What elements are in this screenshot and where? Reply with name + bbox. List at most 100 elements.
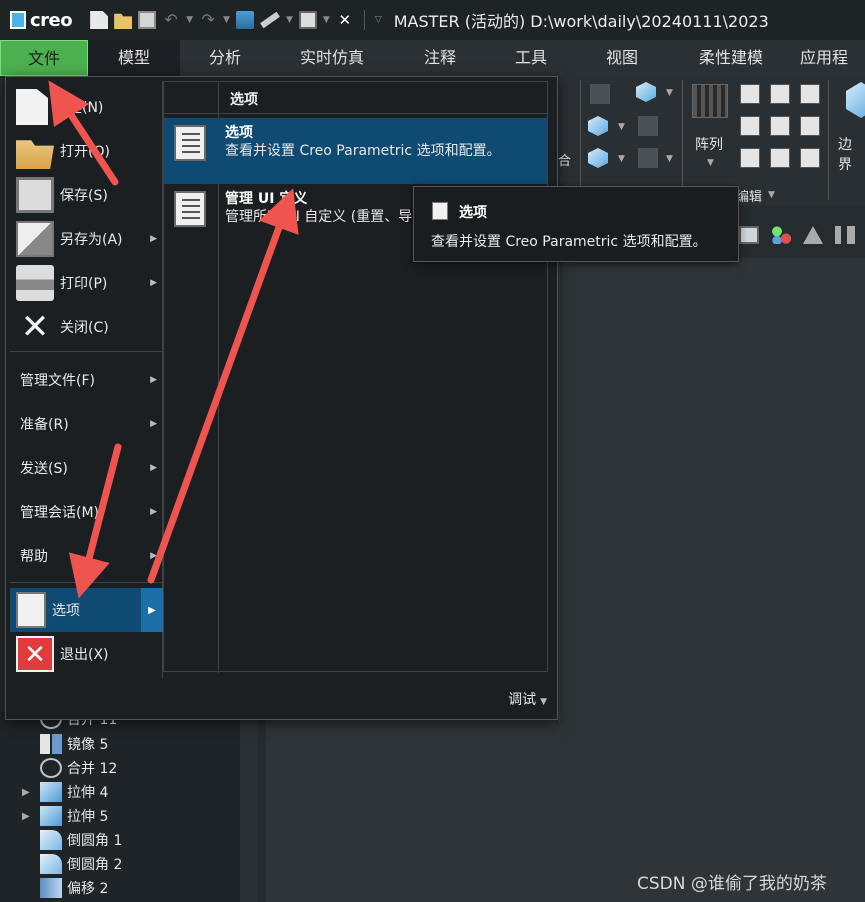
menu-item-save[interactable]: 保存(S) [10, 173, 163, 217]
tab-model[interactable]: 模型 [88, 40, 180, 76]
submenu-item-title: 选项 [225, 125, 253, 141]
close-window-icon[interactable]: ✕ [336, 11, 354, 29]
edit-group-dropdown-icon[interactable]: ▼ [768, 190, 775, 200]
extend-icon[interactable] [770, 84, 790, 104]
undo-dropdown-icon[interactable]: ▼ [186, 15, 193, 25]
menu-item-close[interactable]: ✕ 关闭(C) [10, 305, 163, 349]
tree-item[interactable]: 偏移 2 [40, 877, 108, 899]
boundary-blend-icon[interactable] [846, 82, 865, 118]
pattern-label[interactable]: 阵列 [695, 134, 723, 154]
ribbon-dropdown-icon[interactable]: ▼ [666, 88, 673, 98]
tree-scrollbar[interactable] [240, 712, 258, 902]
expand-arrow-icon[interactable]: ▶ [22, 787, 40, 798]
tree-item[interactable]: 倒圆角 1 [40, 829, 122, 851]
regenerate-icon[interactable] [235, 11, 254, 29]
menu-item-label: 打开(O) [60, 144, 110, 160]
graphics-toolbar [735, 216, 865, 254]
datum-display-icon[interactable] [771, 226, 791, 244]
ribbon-cube-icon[interactable] [636, 82, 656, 102]
offset-icon[interactable] [770, 116, 790, 136]
pause-icon[interactable] [835, 226, 855, 244]
customize-toolbar-icon[interactable]: ▽ [375, 15, 382, 25]
menu-item-prepare[interactable]: 准备(R) ▶ [10, 402, 163, 446]
tree-item[interactable]: 倒圆角 2 [40, 853, 122, 875]
tab-view[interactable]: 视图 [576, 40, 668, 76]
tab-file[interactable]: 文件 [0, 40, 88, 76]
windows-dropdown-icon[interactable]: ▼ [323, 15, 330, 25]
menu-item-save-as[interactable]: 另存为(A) ▶ [10, 217, 163, 261]
creo-logo-text: creo [30, 9, 73, 31]
ribbon-dropdown-icon[interactable]: ▼ [618, 154, 625, 164]
submenu-arrow-icon: ▶ [150, 551, 157, 561]
round-icon [40, 830, 62, 850]
round-icon [40, 854, 62, 874]
intersect-icon[interactable] [740, 148, 760, 168]
menu-item-label: 退出(X) [60, 647, 109, 663]
print-icon [16, 265, 54, 301]
tab-applications[interactable]: 应用程 [794, 40, 865, 76]
windows-icon[interactable] [298, 11, 317, 29]
redo-dropdown-icon[interactable]: ▼ [223, 15, 230, 25]
merge-icon[interactable] [740, 116, 760, 136]
menu-item-help[interactable]: 帮助 ▶ [10, 534, 163, 578]
ribbon-cube-icon[interactable] [588, 148, 608, 168]
quick-access-toolbar: ↶ ▼ ↷ ▼ ▼ ▼ ✕ ▽ [90, 10, 382, 30]
measure-icon[interactable] [260, 11, 280, 29]
ribbon-tabs: 文件 模型 分析 实时仿真 注释 工具 视图 柔性建模 应用程 [0, 40, 865, 76]
menu-item-new[interactable]: 新建(N) [10, 85, 163, 129]
ribbon-tool-icon[interactable] [590, 84, 610, 104]
pattern-icon[interactable] [692, 84, 728, 118]
mirror-icon[interactable] [740, 84, 760, 104]
menu-item-send[interactable]: 发送(S) ▶ [10, 446, 163, 490]
menu-item-options[interactable]: 选项 ▶ [10, 588, 163, 632]
saved-views-icon[interactable] [739, 226, 759, 244]
save-icon [16, 177, 54, 213]
annotation-display-icon[interactable] [803, 226, 823, 244]
creo-logo: creo [10, 9, 73, 31]
panel-divider [559, 258, 560, 722]
pattern-dropdown-icon[interactable]: ▼ [707, 158, 714, 168]
ribbon-tool-icon[interactable] [638, 148, 658, 168]
tab-flexible-modeling[interactable]: 柔性建模 [668, 40, 794, 76]
menu-item-print[interactable]: 打印(P) ▶ [10, 261, 163, 305]
tab-simulation[interactable]: 实时仿真 [270, 40, 394, 76]
tab-tools[interactable]: 工具 [486, 40, 576, 76]
submenu-arrow-icon: ▶ [150, 419, 157, 429]
tree-item[interactable]: 合并 12 [40, 757, 117, 779]
menu-item-open[interactable]: 打开(O) [10, 129, 163, 173]
redo-icon[interactable]: ↷ [199, 11, 217, 29]
options-icon [16, 592, 46, 628]
ribbon-dropdown-icon[interactable]: ▼ [618, 122, 625, 132]
ribbon-cube-icon[interactable] [588, 116, 608, 136]
boundary-label[interactable]: 边界 [838, 134, 865, 174]
menu-item-label: 打印(P) [60, 276, 108, 292]
submenu-item-title: 管理 UI 定义 [225, 191, 308, 207]
edit-group-label[interactable]: 编辑 [736, 186, 762, 205]
ribbon-dropdown-icon[interactable]: ▼ [666, 154, 673, 164]
open-folder-icon[interactable] [114, 13, 133, 29]
expand-arrow-icon[interactable]: ▶ [22, 811, 40, 822]
menu-item-exit[interactable]: ✕ 退出(X) [10, 632, 163, 676]
undo-icon[interactable]: ↶ [162, 11, 180, 29]
project-icon[interactable] [770, 148, 790, 168]
submenu-item-options[interactable]: 选项 查看并设置 Creo Parametric 选项和配置。 [164, 118, 547, 184]
measure-dropdown-icon[interactable]: ▼ [286, 15, 293, 25]
menu-item-manage-file[interactable]: 管理文件(F) ▶ [10, 358, 163, 402]
ribbon-merge-label[interactable]: 合 [558, 150, 571, 169]
tab-annotate[interactable]: 注释 [394, 40, 486, 76]
trim-icon[interactable] [800, 84, 820, 104]
submenu-arrow-icon[interactable]: ▶ [141, 588, 163, 632]
ribbon-tool-icon[interactable] [638, 116, 658, 136]
menu-item-manage-session[interactable]: 管理会话(M) ▶ [10, 490, 163, 534]
save-icon[interactable] [138, 11, 157, 29]
tooltip-description: 查看并设置 Creo Parametric 选项和配置。 [431, 234, 707, 250]
debug-menu[interactable]: 调试 ▼ [508, 689, 547, 709]
tab-analysis[interactable]: 分析 [180, 40, 270, 76]
new-file-icon[interactable] [90, 11, 109, 29]
tree-item-label: 倒圆角 2 [67, 857, 123, 873]
solidify-icon[interactable] [800, 148, 820, 168]
tree-item[interactable]: ▶ 拉伸 5 [22, 805, 108, 827]
thicken-icon[interactable] [800, 116, 820, 136]
tree-item[interactable]: ▶ 拉伸 4 [22, 781, 108, 803]
tree-item[interactable]: 镜像 5 [40, 733, 108, 755]
